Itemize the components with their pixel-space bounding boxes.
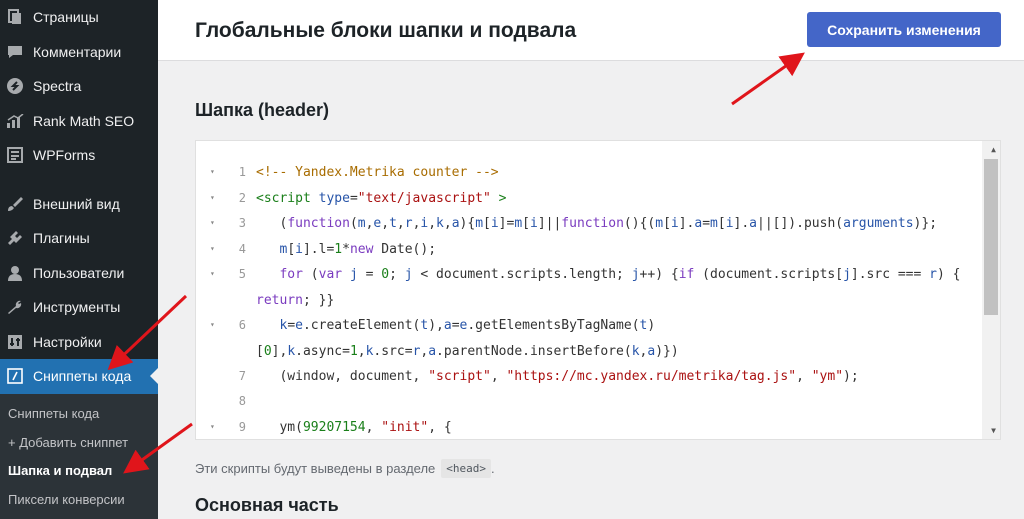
scroll-down-icon[interactable]: ▼ bbox=[991, 426, 996, 435]
sidebar-item-label: Плагины bbox=[33, 230, 90, 247]
fold-toggle[interactable]: ▾ bbox=[210, 244, 220, 253]
sidebar-item-settings[interactable]: Настройки bbox=[0, 325, 158, 360]
code-line: <script type="text/javascript" > bbox=[256, 191, 507, 206]
header-section-title: Шапка (header) bbox=[195, 100, 330, 120]
sidebar-separator bbox=[0, 173, 158, 187]
page-header: Глобальные блоки шапки и подвала Сохрани… bbox=[158, 0, 1024, 61]
pages-icon bbox=[6, 8, 24, 26]
head-tag-code: <head> bbox=[441, 459, 492, 478]
sidebar-item-label: Сниппеты кода bbox=[33, 368, 132, 385]
fold-toggle[interactable]: ▾ bbox=[210, 167, 220, 176]
sidebar-item-pages[interactable]: Страницы bbox=[0, 0, 158, 35]
fold-toggle[interactable]: ▾ bbox=[210, 422, 220, 431]
line-number: 9 bbox=[238, 420, 246, 434]
code-line: (function(m,e,t,r,i,k,a){m[i]=m[i]||func… bbox=[256, 216, 938, 231]
wrench-icon bbox=[6, 298, 24, 316]
spectra-icon bbox=[6, 77, 24, 95]
wpforms-icon bbox=[6, 146, 24, 164]
submenu-item-header-footer[interactable]: Шапка и подвал bbox=[0, 457, 158, 486]
admin-sidebar: Страницы Комментарии Spectra Rank Math S… bbox=[0, 0, 158, 519]
code-snippets-icon bbox=[6, 367, 24, 385]
sidebar-item-label: Внешний вид bbox=[33, 195, 120, 212]
code-line: ym(99207154, "init", { bbox=[256, 420, 452, 435]
sidebar-item-label: WPForms bbox=[33, 147, 96, 164]
header-code-editor[interactable]: ▾ ▾ ▾ ▾ ▾ ▾ ▾ 1 2 3 4 5 6 7 8 9 <!-- Yan… bbox=[195, 140, 1001, 440]
sidebar-item-label: Комментарии bbox=[33, 43, 122, 60]
code-line: for (var j = 0; j < document.scripts.len… bbox=[279, 267, 961, 282]
brush-icon bbox=[6, 195, 24, 213]
note-text: Эти скрипты будут выведены в разделе bbox=[195, 461, 436, 476]
comments-icon bbox=[6, 43, 24, 61]
sidebar-item-tools[interactable]: Инструменты bbox=[0, 290, 158, 325]
code-line: (window, document, "script", "https://mc… bbox=[256, 369, 859, 384]
user-icon bbox=[6, 264, 24, 282]
sidebar-item-code-snippets[interactable]: Сниппеты кода bbox=[0, 359, 158, 394]
scrollbar-thumb[interactable] bbox=[984, 159, 998, 315]
editor-scrollbar[interactable]: ▲ ▼ bbox=[982, 141, 1000, 439]
page-title: Глобальные блоки шапки и подвала bbox=[195, 19, 577, 42]
line-number: 8 bbox=[238, 394, 246, 408]
sidebar-item-comments[interactable]: Комментарии bbox=[0, 35, 158, 70]
line-number: 2 bbox=[238, 191, 246, 205]
body-section-title: Основная часть bbox=[195, 495, 339, 515]
submenu-item-conversion-pixels[interactable]: Пиксели конверсии bbox=[0, 485, 158, 514]
head-placement-note: Эти скрипты будут выведены в разделе <he… bbox=[195, 459, 495, 478]
note-end: . bbox=[491, 461, 495, 476]
scroll-up-icon[interactable]: ▲ bbox=[991, 145, 996, 154]
fold-toggle[interactable]: ▾ bbox=[210, 320, 220, 329]
line-number: 6 bbox=[238, 318, 246, 332]
sidebar-item-label: Spectra bbox=[33, 78, 82, 95]
fold-toggle[interactable]: ▾ bbox=[210, 193, 220, 202]
sidebar-item-rank-math[interactable]: Rank Math SEO bbox=[0, 104, 158, 139]
sidebar-item-label: Страницы bbox=[33, 9, 99, 26]
fold-toggle[interactable]: ▾ bbox=[210, 269, 220, 278]
arrow-to-save-button bbox=[731, 52, 805, 106]
line-number: 3 bbox=[238, 216, 246, 230]
plugin-icon bbox=[6, 229, 24, 247]
code-line: m[i].l=1*new Date(); bbox=[279, 242, 437, 257]
line-number: 4 bbox=[238, 242, 246, 256]
sidebar-submenu: Сниппеты кода + Добавить сниппет Шапка и… bbox=[0, 393, 158, 519]
code-line: return; }} bbox=[256, 293, 335, 308]
line-number: 1 bbox=[238, 165, 246, 179]
submenu-item-add-snippet[interactable]: + Добавить сниппет bbox=[0, 428, 158, 457]
code-line: k=e.createElement(t),a=e.getElementsByTa… bbox=[279, 318, 656, 333]
submenu-item-code-snippets[interactable]: Сниппеты кода bbox=[0, 400, 158, 429]
sidebar-item-label: Пользователи bbox=[33, 264, 125, 281]
sidebar-item-label: Rank Math SEO bbox=[33, 112, 135, 129]
rankmath-icon bbox=[6, 112, 24, 130]
line-number: 7 bbox=[238, 369, 246, 383]
sidebar-item-spectra[interactable]: Spectra bbox=[0, 69, 158, 104]
sidebar-item-wpforms[interactable]: WPForms bbox=[0, 138, 158, 173]
line-number: 5 bbox=[238, 267, 246, 281]
code-line: [0],k.async=1,k.src=r,a.parentNode.inser… bbox=[256, 344, 679, 359]
save-changes-button[interactable]: Сохранить изменения bbox=[807, 12, 1001, 47]
fold-toggle[interactable]: ▾ bbox=[210, 218, 220, 227]
settings-icon bbox=[6, 333, 24, 351]
sidebar-item-label: Настройки bbox=[33, 333, 102, 350]
sidebar-item-plugins[interactable]: Плагины bbox=[0, 221, 158, 256]
sidebar-item-appearance[interactable]: Внешний вид bbox=[0, 187, 158, 222]
code-line: <!-- Yandex.Metrika counter --> bbox=[256, 165, 499, 180]
sidebar-item-label: Инструменты bbox=[33, 299, 121, 316]
sidebar-item-users[interactable]: Пользователи bbox=[0, 256, 158, 291]
